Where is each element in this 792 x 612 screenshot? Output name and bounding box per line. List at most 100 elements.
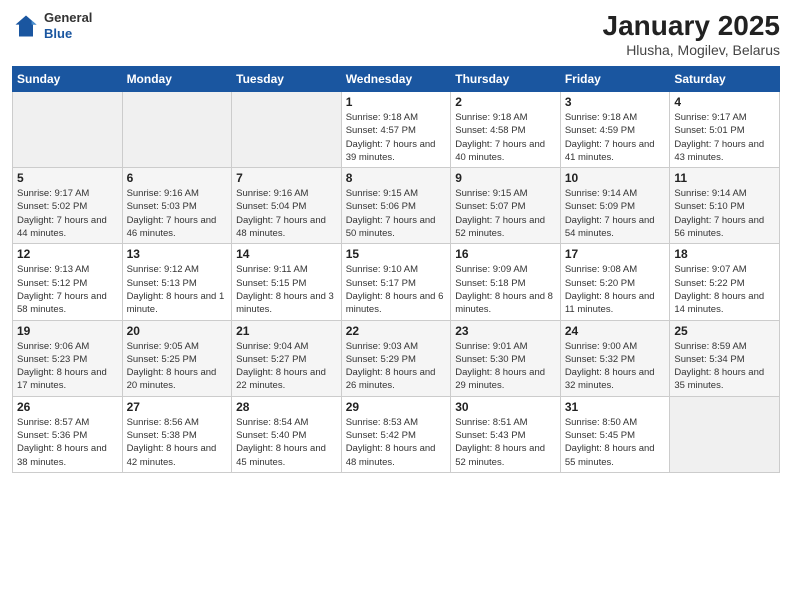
calendar-cell: 11Sunrise: 9:14 AM Sunset: 5:10 PM Dayli… bbox=[670, 168, 780, 244]
calendar-cell: 31 Sunrise: 8:50 AM Sunset: 5:45 PM Dayli… bbox=[560, 396, 670, 472]
calendar-week-row: 1 Sunrise: 9:18 AM Sunset: 4:57 PM Daylig… bbox=[13, 92, 780, 168]
calendar-week-row: 26 Sunrise: 8:57 AM Sunset: 5:36 PM Dayli… bbox=[13, 396, 780, 472]
header-row: Sunday Monday Tuesday Wednesday Thursday… bbox=[13, 67, 780, 92]
calendar-cell bbox=[122, 92, 232, 168]
calendar-cell: 29 Sunrise: 8:53 AM Sunset: 5:42 PM Dayli… bbox=[341, 396, 451, 472]
day-info: Sunrise: 9:15 AM Sunset: 5:06 PM Dayligh… bbox=[346, 187, 447, 240]
calendar-cell: 27Sunrise: 8:56 AM Sunset: 5:38 PM Dayli… bbox=[122, 396, 232, 472]
day-info: Sunrise: 9:09 AM Sunset: 5:18 PM Dayligh… bbox=[455, 263, 556, 316]
day-number: 1 bbox=[346, 95, 447, 109]
day-info: Sunrise: 9:18 AM Sunset: 4:58 PM Dayligh… bbox=[455, 111, 556, 164]
day-number: 25 bbox=[674, 324, 775, 338]
day-number: 19 bbox=[17, 324, 118, 338]
calendar-cell: 20 Sunrise: 9:05 AM Sunset: 5:25 PM Dayli… bbox=[122, 320, 232, 396]
day-info: Sunrise: 8:50 AM Sunset: 5:45 PM Dayligh… bbox=[565, 416, 666, 469]
calendar-title: January 2025 bbox=[603, 10, 780, 42]
th-sunday: Sunday bbox=[13, 67, 123, 92]
day-info: Sunrise: 9:16 AM Sunset: 5:04 PM Dayligh… bbox=[236, 187, 337, 240]
calendar-cell: 9 Sunrise: 9:15 AM Sunset: 5:07 PM Daylig… bbox=[451, 168, 561, 244]
day-info: Sunrise: 9:11 AM Sunset: 5:15 PM Dayligh… bbox=[236, 263, 337, 316]
calendar-cell: 3 Sunrise: 9:18 AM Sunset: 4:59 PM Daylig… bbox=[560, 92, 670, 168]
calendar-cell: 6Sunrise: 9:16 AM Sunset: 5:03 PM Daylig… bbox=[122, 168, 232, 244]
day-info: Sunrise: 9:17 AM Sunset: 5:01 PM Dayligh… bbox=[674, 111, 775, 164]
calendar-cell: 28Sunrise: 8:54 AM Sunset: 5:40 PM Dayli… bbox=[232, 396, 342, 472]
day-number: 23 bbox=[455, 324, 556, 338]
logo-blue: Blue bbox=[44, 26, 92, 42]
calendar-table: Sunday Monday Tuesday Wednesday Thursday… bbox=[12, 66, 780, 473]
day-info: Sunrise: 9:03 AM Sunset: 5:29 PM Dayligh… bbox=[346, 340, 447, 393]
calendar-cell: 12 Sunrise: 9:13 AM Sunset: 5:12 PM Dayli… bbox=[13, 244, 123, 320]
day-info: Sunrise: 9:08 AM Sunset: 5:20 PM Dayligh… bbox=[565, 263, 666, 316]
th-wednesday: Wednesday bbox=[341, 67, 451, 92]
day-number: 8 bbox=[346, 171, 447, 185]
day-info: Sunrise: 9:16 AM Sunset: 5:03 PM Dayligh… bbox=[127, 187, 228, 240]
day-number: 24 bbox=[565, 324, 666, 338]
day-info: Sunrise: 9:15 AM Sunset: 5:07 PM Dayligh… bbox=[455, 187, 556, 240]
calendar-cell: 21Sunrise: 9:04 AM Sunset: 5:27 PM Dayli… bbox=[232, 320, 342, 396]
calendar-cell: 1 Sunrise: 9:18 AM Sunset: 4:57 PM Daylig… bbox=[341, 92, 451, 168]
day-number: 20 bbox=[127, 324, 228, 338]
th-friday: Friday bbox=[560, 67, 670, 92]
day-number: 9 bbox=[455, 171, 556, 185]
calendar-cell: 17Sunrise: 9:08 AM Sunset: 5:20 PM Dayli… bbox=[560, 244, 670, 320]
calendar-week-row: 12 Sunrise: 9:13 AM Sunset: 5:12 PM Dayli… bbox=[13, 244, 780, 320]
calendar-cell: 19Sunrise: 9:06 AM Sunset: 5:23 PM Dayli… bbox=[13, 320, 123, 396]
day-info: Sunrise: 9:10 AM Sunset: 5:17 PM Dayligh… bbox=[346, 263, 447, 316]
day-number: 26 bbox=[17, 400, 118, 414]
day-info: Sunrise: 8:53 AM Sunset: 5:42 PM Dayligh… bbox=[346, 416, 447, 469]
day-info: Sunrise: 9:01 AM Sunset: 5:30 PM Dayligh… bbox=[455, 340, 556, 393]
logo-text: General Blue bbox=[44, 10, 92, 41]
day-number: 22 bbox=[346, 324, 447, 338]
calendar-cell: 14Sunrise: 9:11 AM Sunset: 5:15 PM Dayli… bbox=[232, 244, 342, 320]
day-number: 4 bbox=[674, 95, 775, 109]
logo: General Blue bbox=[12, 10, 92, 41]
day-number: 30 bbox=[455, 400, 556, 414]
calendar-cell: 7Sunrise: 9:16 AM Sunset: 5:04 PM Daylig… bbox=[232, 168, 342, 244]
day-number: 2 bbox=[455, 95, 556, 109]
day-number: 11 bbox=[674, 171, 775, 185]
day-number: 21 bbox=[236, 324, 337, 338]
day-info: Sunrise: 8:51 AM Sunset: 5:43 PM Dayligh… bbox=[455, 416, 556, 469]
day-info: Sunrise: 9:18 AM Sunset: 4:59 PM Dayligh… bbox=[565, 111, 666, 164]
day-number: 10 bbox=[565, 171, 666, 185]
logo-icon bbox=[12, 12, 40, 40]
logo-general: General bbox=[44, 10, 92, 26]
day-info: Sunrise: 9:07 AM Sunset: 5:22 PM Dayligh… bbox=[674, 263, 775, 316]
calendar-cell: 18Sunrise: 9:07 AM Sunset: 5:22 PM Dayli… bbox=[670, 244, 780, 320]
calendar-cell: 30 Sunrise: 8:51 AM Sunset: 5:43 PM Dayli… bbox=[451, 396, 561, 472]
calendar-cell: 13Sunrise: 9:12 AM Sunset: 5:13 PM Dayli… bbox=[122, 244, 232, 320]
calendar-cell: 26 Sunrise: 8:57 AM Sunset: 5:36 PM Dayli… bbox=[13, 396, 123, 472]
th-tuesday: Tuesday bbox=[232, 67, 342, 92]
calendar-cell: 5Sunrise: 9:17 AM Sunset: 5:02 PM Daylig… bbox=[13, 168, 123, 244]
calendar-cell: 23 Sunrise: 9:01 AM Sunset: 5:30 PM Dayli… bbox=[451, 320, 561, 396]
th-monday: Monday bbox=[122, 67, 232, 92]
day-info: Sunrise: 8:57 AM Sunset: 5:36 PM Dayligh… bbox=[17, 416, 118, 469]
day-number: 31 bbox=[565, 400, 666, 414]
day-number: 5 bbox=[17, 171, 118, 185]
day-info: Sunrise: 9:18 AM Sunset: 4:57 PM Dayligh… bbox=[346, 111, 447, 164]
calendar-cell: 8 Sunrise: 9:15 AM Sunset: 5:06 PM Daylig… bbox=[341, 168, 451, 244]
calendar-cell bbox=[670, 396, 780, 472]
th-thursday: Thursday bbox=[451, 67, 561, 92]
calendar-cell: 22 Sunrise: 9:03 AM Sunset: 5:29 PM Dayli… bbox=[341, 320, 451, 396]
calendar-cell: 15 Sunrise: 9:10 AM Sunset: 5:17 PM Dayli… bbox=[341, 244, 451, 320]
calendar-cell bbox=[13, 92, 123, 168]
header: General Blue January 2025 Hlusha, Mogile… bbox=[12, 10, 780, 58]
day-number: 13 bbox=[127, 247, 228, 261]
day-number: 27 bbox=[127, 400, 228, 414]
calendar-cell: 2 Sunrise: 9:18 AM Sunset: 4:58 PM Daylig… bbox=[451, 92, 561, 168]
day-info: Sunrise: 9:13 AM Sunset: 5:12 PM Dayligh… bbox=[17, 263, 118, 316]
day-number: 29 bbox=[346, 400, 447, 414]
day-number: 3 bbox=[565, 95, 666, 109]
day-number: 15 bbox=[346, 247, 447, 261]
day-number: 12 bbox=[17, 247, 118, 261]
calendar-cell: 25 Sunrise: 8:59 AM Sunset: 5:34 PM Dayli… bbox=[670, 320, 780, 396]
page: General Blue January 2025 Hlusha, Mogile… bbox=[0, 0, 792, 612]
day-number: 28 bbox=[236, 400, 337, 414]
th-saturday: Saturday bbox=[670, 67, 780, 92]
calendar-cell: 10Sunrise: 9:14 AM Sunset: 5:09 PM Dayli… bbox=[560, 168, 670, 244]
day-info: Sunrise: 8:59 AM Sunset: 5:34 PM Dayligh… bbox=[674, 340, 775, 393]
calendar-cell: 24Sunrise: 9:00 AM Sunset: 5:32 PM Dayli… bbox=[560, 320, 670, 396]
day-info: Sunrise: 9:05 AM Sunset: 5:25 PM Dayligh… bbox=[127, 340, 228, 393]
calendar-week-row: 5Sunrise: 9:17 AM Sunset: 5:02 PM Daylig… bbox=[13, 168, 780, 244]
